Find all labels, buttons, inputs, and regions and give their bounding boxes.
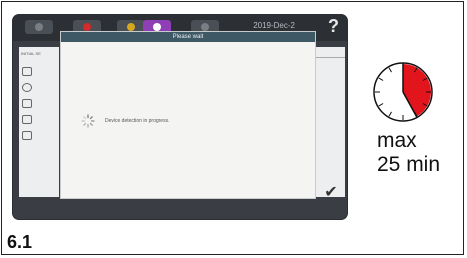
tab-icon (201, 23, 209, 31)
confirm-check-icon[interactable]: ✔ (319, 182, 343, 204)
duration-label: 25 min (377, 153, 441, 176)
max-label: max (377, 129, 417, 152)
progress-message: Device detection in progress. (105, 118, 170, 124)
please-wait-dialog: Please wait Device detection in progress… (60, 31, 316, 199)
settings-icon (153, 23, 161, 31)
figure-number: 6.1 (7, 232, 33, 252)
tab-home[interactable] (25, 20, 53, 34)
sidebar-item-1-icon[interactable] (22, 67, 32, 76)
clock-icon[interactable] (22, 83, 32, 92)
home-icon (35, 23, 43, 31)
yellow-icon (127, 23, 135, 31)
timer-clock-icon (373, 62, 433, 122)
sidebar-item-3-icon[interactable] (22, 99, 32, 108)
right-panel (315, 47, 345, 197)
sidebar-item-4-icon[interactable] (22, 115, 32, 124)
divider (315, 57, 345, 58)
device-screen: 2019-Dec-2 ? INITIAL SE ✔ Please wait De… (13, 15, 347, 219)
date-display: 2019-Dec-2 (253, 21, 295, 30)
red-icon (83, 23, 91, 31)
chat-icon[interactable] (22, 131, 32, 140)
sidebar: INITIAL SE (19, 47, 59, 197)
dialog-title: Please wait (61, 32, 315, 42)
help-icon[interactable]: ? (328, 16, 339, 37)
loading-spinner-icon (81, 114, 95, 128)
sidebar-header: INITIAL SE (21, 51, 41, 56)
